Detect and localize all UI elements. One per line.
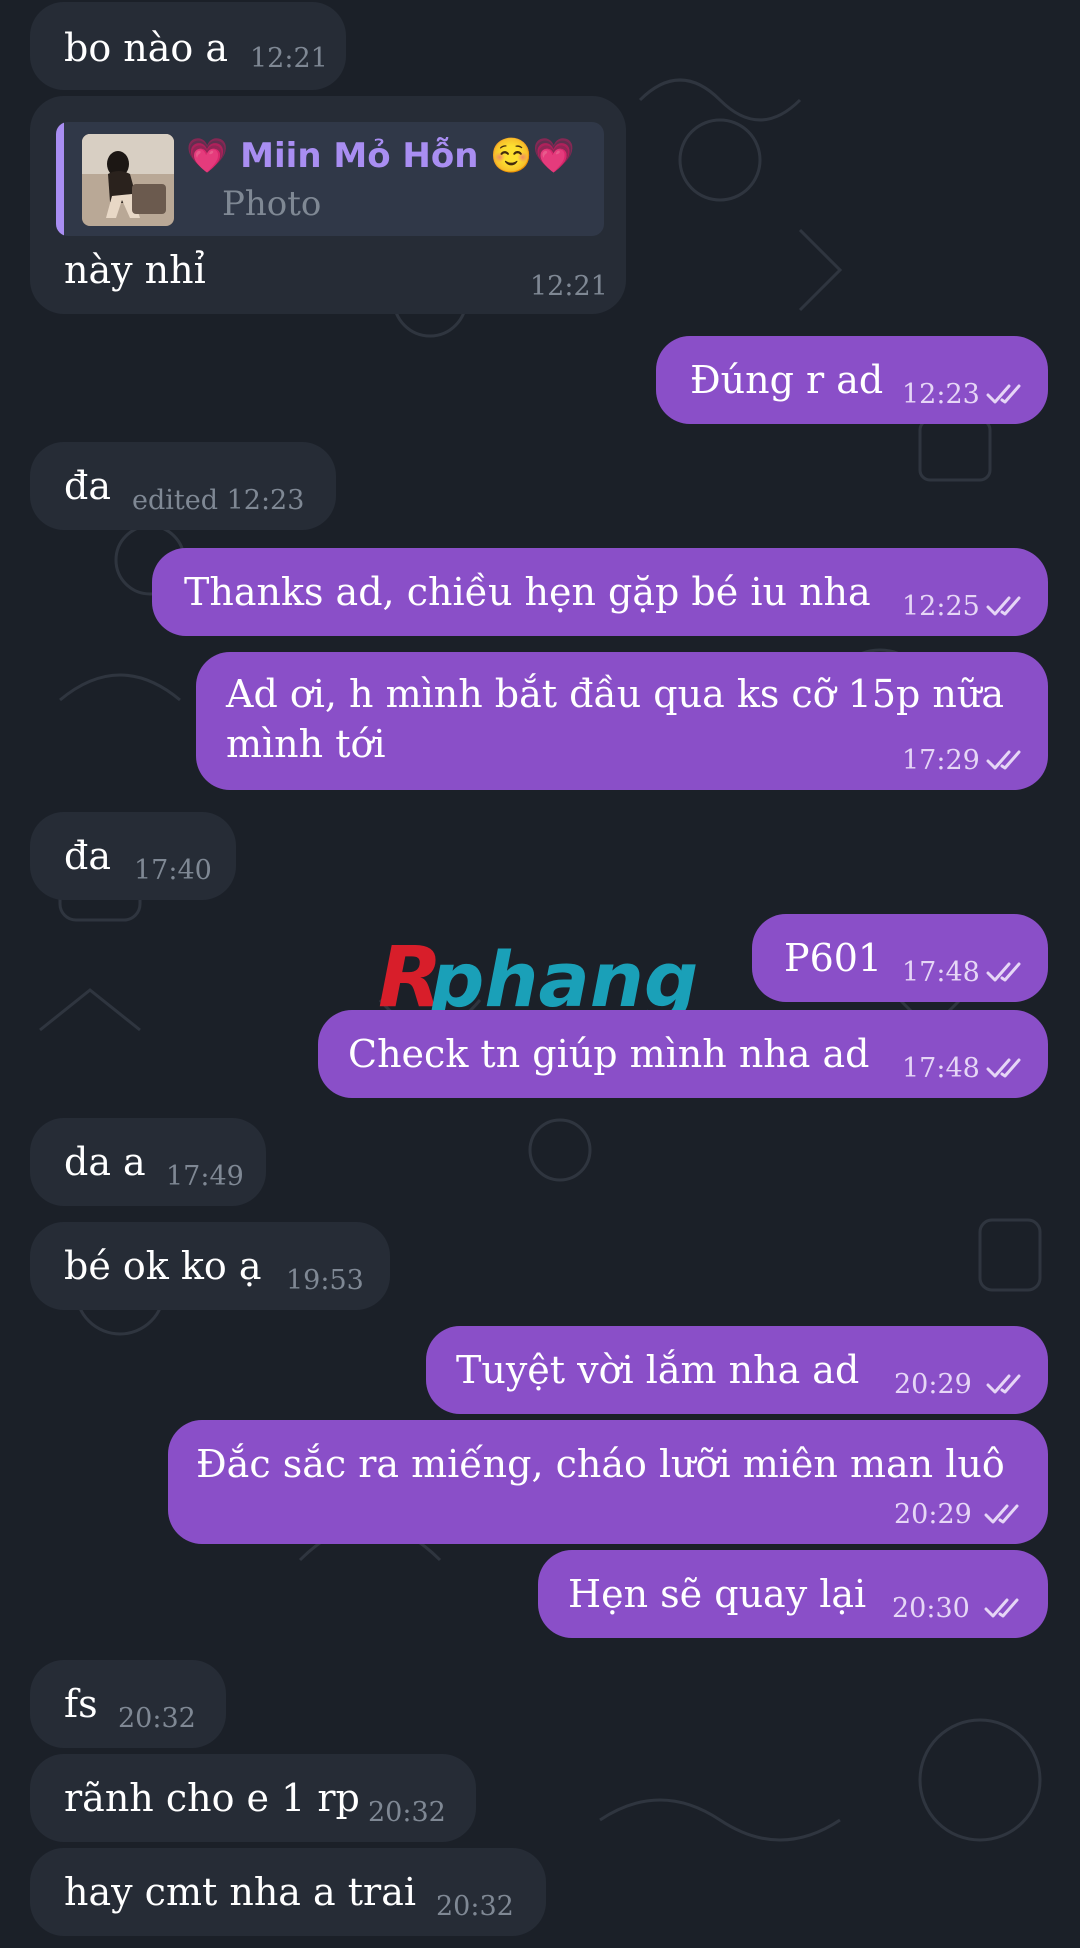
- read-receipt-icon: [986, 1058, 1021, 1078]
- message-time: 17:48: [902, 957, 980, 988]
- message-bubble[interactable]: fs 20:32: [30, 1660, 226, 1748]
- message-bubble[interactable]: bé ok ko ạ 19:53: [30, 1222, 390, 1310]
- read-receipt-icon: [986, 962, 1021, 982]
- message-bubble[interactable]: Hẹn sẽ quay lại 20:30: [538, 1550, 1048, 1638]
- read-receipt-icon: [986, 384, 1021, 404]
- message-bubble[interactable]: đa 17:40: [30, 812, 236, 900]
- message-text: Hẹn sẽ quay lại: [568, 1572, 867, 1616]
- read-receipt-icon: [986, 596, 1021, 616]
- message-time: 17:48: [902, 1053, 980, 1084]
- reply-author: 💗 Miin Mỏ Hỗn ☺️💗: [186, 136, 575, 176]
- message-text: đa: [64, 834, 111, 878]
- reply-quote[interactable]: 💗 Miin Mỏ Hỗn ☺️💗 Photo: [56, 122, 604, 236]
- message-time: 20:32: [118, 1703, 196, 1734]
- message-text: này nhỉ: [64, 248, 206, 292]
- message-text: bé ok ko ạ: [64, 1244, 262, 1288]
- message-bubble[interactable]: Check tn giúp mình nha ad 17:48: [318, 1010, 1048, 1098]
- read-receipt-icon: [984, 1504, 1019, 1524]
- message-text: Check tn giúp mình nha ad: [348, 1032, 870, 1076]
- message-bubble[interactable]: Đắc sắc ra miếng, cháo lưỡi miên man luô…: [168, 1420, 1048, 1544]
- reply-media-type: Photo: [222, 184, 322, 224]
- message-text: fs: [64, 1682, 98, 1726]
- message-bubble[interactable]: 💗 Miin Mỏ Hỗn ☺️💗 Photo này nhỉ 12:21: [30, 96, 626, 314]
- message-time: 17:49: [166, 1161, 244, 1192]
- message-bubble[interactable]: hay cmt nha a trai 20:32: [30, 1848, 546, 1936]
- message-text: đa: [64, 464, 111, 508]
- message-bubble[interactable]: Đúng r ad 12:23: [656, 336, 1048, 424]
- message-bubble[interactable]: da a 17:49: [30, 1118, 266, 1206]
- message-time: 12:21: [250, 43, 328, 74]
- chat-history[interactable]: bo nào a 12:21 💗 Miin Mỏ Hỗn ☺️💗 Photo n…: [0, 0, 1080, 1948]
- message-text: Đúng r ad: [690, 358, 884, 402]
- message-time: 12:25: [902, 591, 980, 622]
- message-text: da a: [64, 1140, 146, 1184]
- message-bubble[interactable]: Tuyệt vời lắm nha ad 20:29: [426, 1326, 1048, 1414]
- message-text: hay cmt nha a trai: [64, 1870, 417, 1914]
- reply-photo-thumbnail: [82, 134, 174, 226]
- message-text: Tuyệt vời lắm nha ad: [456, 1348, 860, 1392]
- message-bubble[interactable]: đa edited 12:23: [30, 442, 336, 530]
- message-text-line: Ad ơi, h mình bắt đầu qua ks cỡ 15p nữa: [226, 672, 1005, 716]
- message-bubble[interactable]: Ad ơi, h mình bắt đầu qua ks cỡ 15p nữa …: [196, 652, 1048, 790]
- message-time: edited 12:23: [132, 485, 305, 516]
- message-time: 19:53: [286, 1265, 364, 1296]
- message-bubble[interactable]: Thanks ad, chiều hẹn gặp bé iu nha 12:25: [152, 548, 1048, 636]
- read-receipt-icon: [986, 750, 1021, 770]
- message-text: Đắc sắc ra miếng, cháo lưỡi miên man luô: [196, 1442, 1005, 1486]
- message-text: bo nào a: [64, 26, 229, 70]
- message-time: 20:32: [368, 1797, 446, 1828]
- read-receipt-icon: [984, 1598, 1019, 1618]
- message-time: 20:29: [894, 1369, 972, 1400]
- message-time: 20:29: [894, 1499, 972, 1530]
- message-time: 17:29: [902, 745, 980, 776]
- message-time: 20:32: [436, 1891, 514, 1922]
- message-time: 20:30: [892, 1593, 970, 1624]
- reply-accent-bar: [56, 122, 64, 236]
- message-text: rãnh cho e 1 rp: [64, 1776, 360, 1820]
- message-time: 12:21: [530, 271, 608, 302]
- message-time: 17:40: [134, 855, 212, 886]
- message-text: P601: [784, 936, 883, 980]
- message-bubble[interactable]: P601 17:48: [752, 914, 1048, 1002]
- message-time: 12:23: [902, 379, 980, 410]
- message-text-line: mình tới: [226, 722, 386, 766]
- message-bubble[interactable]: bo nào a 12:21: [30, 2, 346, 90]
- message-text: Thanks ad, chiều hẹn gặp bé iu nha: [184, 570, 871, 614]
- read-receipt-icon: [986, 1374, 1021, 1394]
- message-bubble[interactable]: rãnh cho e 1 rp 20:32: [30, 1754, 476, 1842]
